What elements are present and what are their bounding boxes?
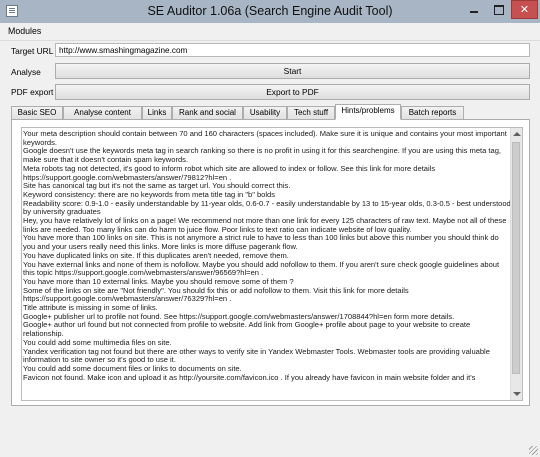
tab-tech-stuff[interactable]: Tech stuff [287, 106, 335, 120]
tab-rank-and-social[interactable]: Rank and social [172, 106, 243, 120]
hint-line: Some of the links on site are "Not frien… [23, 285, 409, 304]
menu-bar: Modules [0, 23, 540, 41]
tab-hints-problems[interactable]: Hints/problems [335, 104, 401, 120]
scroll-up-arrow-icon[interactable] [512, 129, 521, 139]
tab-links[interactable]: Links [142, 106, 172, 120]
hint-line: Yandex verification tag not found but th… [23, 346, 490, 365]
close-button[interactable]: ✕ [511, 0, 538, 19]
target-url-label: Target URL [11, 46, 54, 56]
resize-grip-icon[interactable] [529, 446, 538, 455]
start-button[interactable]: Start [55, 63, 530, 79]
hint-line: Hey, you have relatively lot of links on… [23, 216, 507, 234]
pdf-export-label: PDF export [11, 87, 54, 97]
hint-line: You have external links and none of them… [23, 259, 500, 278]
hint-line: Your meta description should contain bet… [23, 129, 507, 147]
hints-text: Your meta description should contain bet… [23, 129, 511, 382]
tab-batch-reports[interactable]: Batch reports [401, 106, 464, 120]
title-bar: SE Auditor 1.06a (Search Engine Audit To… [0, 0, 540, 24]
hint-line: Favicon not found. Make icon and upload … [23, 372, 476, 382]
analyse-label: Analyse [11, 67, 41, 77]
hint-line: Google+ author url found but not connect… [23, 320, 471, 339]
scroll-down-arrow-icon[interactable] [512, 389, 521, 399]
hint-line: Google doesn't use the keywords meta tag… [23, 146, 501, 165]
status-bar [0, 443, 540, 457]
tab-basic-seo[interactable]: Basic SEO [11, 106, 63, 120]
window-title: SE Auditor 1.06a (Search Engine Audit To… [147, 4, 393, 18]
hint-line: Meta robots tag not detected, it's good … [23, 163, 436, 182]
vertical-scrollbar[interactable] [510, 128, 522, 400]
menu-modules[interactable]: Modules [4, 25, 45, 37]
export-pdf-button[interactable]: Export to PDF [55, 84, 530, 100]
hint-line: Readability score: 0.9-1.0 - easily unde… [23, 198, 511, 217]
hint-line: You have more than 100 links on site. Th… [23, 233, 499, 252]
scrollbar-thumb[interactable] [512, 142, 520, 374]
hints-textbox[interactable]: Your meta description should contain bet… [21, 127, 523, 401]
maximize-button[interactable] [487, 0, 511, 19]
tab-analyse-content[interactable]: Analyse content [63, 106, 142, 120]
target-url-input[interactable]: http://www.smashingmagazine.com [55, 43, 530, 57]
minimize-button[interactable] [461, 0, 487, 19]
tab-usability[interactable]: Usability [243, 106, 287, 120]
